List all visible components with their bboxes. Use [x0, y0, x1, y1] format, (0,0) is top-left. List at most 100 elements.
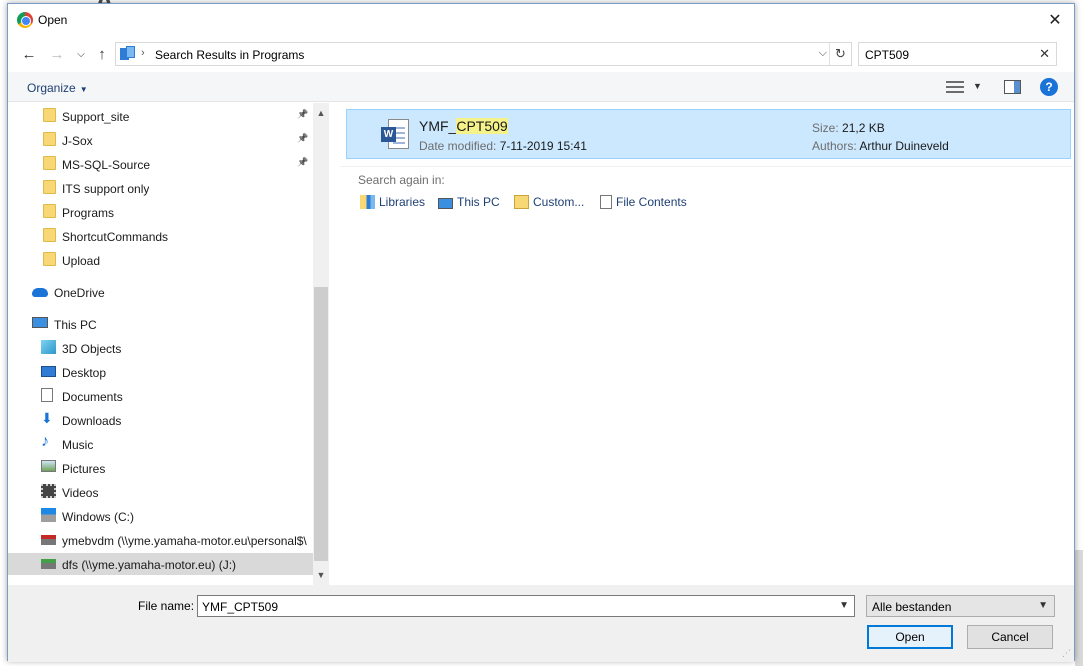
breadcrumb-chevron-icon[interactable]: ›: [141, 47, 145, 59]
sidebar-item-label: Windows (C:): [62, 510, 135, 524]
sidebar-item-label: Documents: [62, 390, 123, 404]
file-name-value[interactable]: YMF_CPT509: [202, 600, 278, 614]
sidebar-item-label: 3D Objects: [62, 342, 122, 356]
search-again-this-pc[interactable]: This PC: [438, 195, 500, 209]
pin-icon: 📌: [297, 133, 309, 143]
scroll-up-button[interactable]: ▲: [313, 105, 329, 121]
navigation-pane: Support_site 📌 J-Sox 📌 MS-SQL-Source 📌 ITS sup…: [8, 103, 329, 585]
search-input[interactable]: CPT509 ✕: [858, 42, 1057, 66]
file-name-dropdown-icon[interactable]: ▼: [839, 600, 849, 611]
close-button[interactable]: ✕: [1040, 6, 1070, 34]
word-badge: W: [381, 127, 396, 142]
result-name-highlight: CPT509: [456, 118, 508, 134]
address-bar[interactable]: › Search Results in Programs ⌵ ↻: [115, 42, 852, 66]
organize-label: Organize: [27, 81, 76, 95]
sidebar-item-downloads[interactable]: ⬇ Downloads: [8, 409, 313, 431]
search-results-icon: [120, 46, 137, 61]
result-item[interactable]: W YMF_CPT509 Date modified: 7-11-2019 15…: [346, 109, 1071, 159]
sidebar-item-label: MS-SQL-Source: [62, 158, 151, 172]
sidebar-item-label: This PC: [54, 318, 97, 332]
sidebar-item-support-site[interactable]: Support_site 📌: [8, 105, 313, 127]
network-drive-disconnected-icon: [41, 535, 56, 545]
folder-icon: [43, 156, 56, 170]
chevron-down-icon: ▼: [79, 85, 88, 94]
search-input-value[interactable]: CPT509: [865, 48, 909, 62]
address-row: ← → ⌵ ↑ › Search Results in Programs ⌵ ↻…: [8, 39, 1074, 69]
3d-objects-icon: [41, 340, 56, 354]
result-date: Date modified: 7-11-2019 15:41: [419, 139, 587, 153]
up-button[interactable]: ↑: [91, 43, 113, 65]
file-name-input[interactable]: YMF_CPT509 ▼: [197, 595, 855, 617]
file-name-label: File name:: [138, 599, 195, 613]
forward-button[interactable]: →: [46, 43, 68, 65]
search-again-file-contents[interactable]: File Contents: [600, 195, 687, 209]
date-modified-label: Date modified:: [419, 139, 497, 153]
result-size: Size: 21,2 KB: [812, 121, 885, 135]
sidebar-item-label: Support_site: [62, 110, 130, 124]
refresh-button[interactable]: ↻: [829, 43, 851, 65]
authors-value: Arthur Duineveld: [859, 139, 949, 153]
sidebar-item-3d-objects[interactable]: 3D Objects: [8, 337, 313, 359]
videos-icon: [41, 484, 56, 498]
sidebar-item-videos[interactable]: Videos: [8, 481, 313, 503]
sidebar-item-windows-c[interactable]: Windows (C:): [8, 505, 313, 527]
open-button[interactable]: Open: [867, 625, 953, 649]
scrollbar-thumb[interactable]: [314, 287, 328, 561]
chrome-icon: [17, 12, 33, 28]
sidebar-item-documents[interactable]: Documents: [8, 385, 313, 407]
clear-search-button[interactable]: ✕: [1039, 46, 1050, 62]
sidebar-item-programs[interactable]: Programs: [8, 201, 313, 223]
this-pc-icon: [32, 317, 48, 328]
resize-grip-icon[interactable]: ⋰: [1062, 648, 1071, 659]
desktop-icon: [41, 366, 56, 377]
sidebar-item-desktop[interactable]: Desktop: [8, 361, 313, 383]
change-view-icon[interactable]: [946, 80, 964, 94]
preview-pane-icon[interactable]: [1004, 80, 1021, 94]
sidebar-item-j-sox[interactable]: J-Sox 📌: [8, 129, 313, 151]
sidebar-item-shortcutcommands[interactable]: ShortcutCommands: [8, 225, 313, 247]
sidebar-item-upload[interactable]: Upload: [8, 249, 313, 271]
address-dropdown-button[interactable]: ⌵: [819, 47, 827, 60]
word-document-icon: W: [381, 119, 409, 151]
chevron-down-icon: ▼: [1038, 600, 1048, 611]
sidebar-item-dfs-yme-yamaha-motor-eu-j[interactable]: dfs (\\yme.yamaha-motor.eu) (J:): [8, 553, 313, 575]
sidebar-item-ymebvdm-yme-yamaha-motor-eu-personal[interactable]: ymebvdm (\\yme.yamaha-motor.eu\personal$…: [8, 529, 313, 551]
sidebar-item-label: ITS support only: [62, 182, 150, 196]
title-bar: Open ✕: [8, 4, 1074, 36]
breadcrumb[interactable]: Search Results in Programs: [155, 48, 304, 62]
sidebar-item-ms-sql-source[interactable]: MS-SQL-Source 📌: [8, 153, 313, 175]
file-type-select[interactable]: Alle bestanden ▼: [866, 595, 1055, 617]
sidebar-item-onedrive[interactable]: OneDrive: [8, 281, 313, 303]
this-pc-icon: [438, 198, 453, 209]
background-strip: [1075, 550, 1083, 666]
search-again-libraries[interactable]: Libraries: [360, 195, 425, 209]
search-again-section: Search again in: Libraries This PC Custo…: [340, 166, 1072, 218]
folder-icon: [43, 108, 56, 122]
sidebar-item-label: Videos: [62, 486, 99, 500]
dialog-footer: File name: YMF_CPT509 ▼ Alle bestanden ▼…: [8, 585, 1074, 662]
result-name-prefix: YMF_: [419, 118, 457, 134]
music-icon: ♪: [41, 433, 49, 450]
help-button[interactable]: ?: [1040, 78, 1058, 96]
pictures-icon: [41, 460, 56, 472]
sidebar-item-pictures[interactable]: Pictures: [8, 457, 313, 479]
view-options-chevron-icon[interactable]: ▼: [973, 81, 982, 91]
search-again-custom-label: Custom...: [533, 195, 585, 209]
organize-button[interactable]: Organize ▼: [27, 81, 88, 95]
sidebar-item-label: Music: [62, 438, 94, 452]
search-again-custom[interactable]: Custom...: [514, 195, 584, 209]
sidebar-item-label: OneDrive: [54, 286, 105, 300]
recent-locations-button[interactable]: ⌵: [70, 43, 92, 65]
sidebar-item-label: ShortcutCommands: [62, 230, 169, 244]
scroll-down-button[interactable]: ▼: [313, 567, 329, 583]
result-authors: Authors: Arthur Duineveld: [812, 139, 949, 153]
date-modified-value: 7-11-2019 15:41: [499, 139, 587, 153]
sidebar-item-music[interactable]: ♪ Music: [8, 433, 313, 455]
downloads-icon: ⬇: [41, 410, 53, 426]
sidebar-item-this-pc[interactable]: This PC: [8, 313, 313, 335]
navigation-scrollbar[interactable]: ▲ ▼: [313, 103, 329, 585]
file-type-value: Alle bestanden: [872, 600, 952, 614]
sidebar-item-its-support-only[interactable]: ITS support only: [8, 177, 313, 199]
back-button[interactable]: ←: [18, 43, 40, 65]
cancel-button[interactable]: Cancel: [967, 625, 1053, 649]
